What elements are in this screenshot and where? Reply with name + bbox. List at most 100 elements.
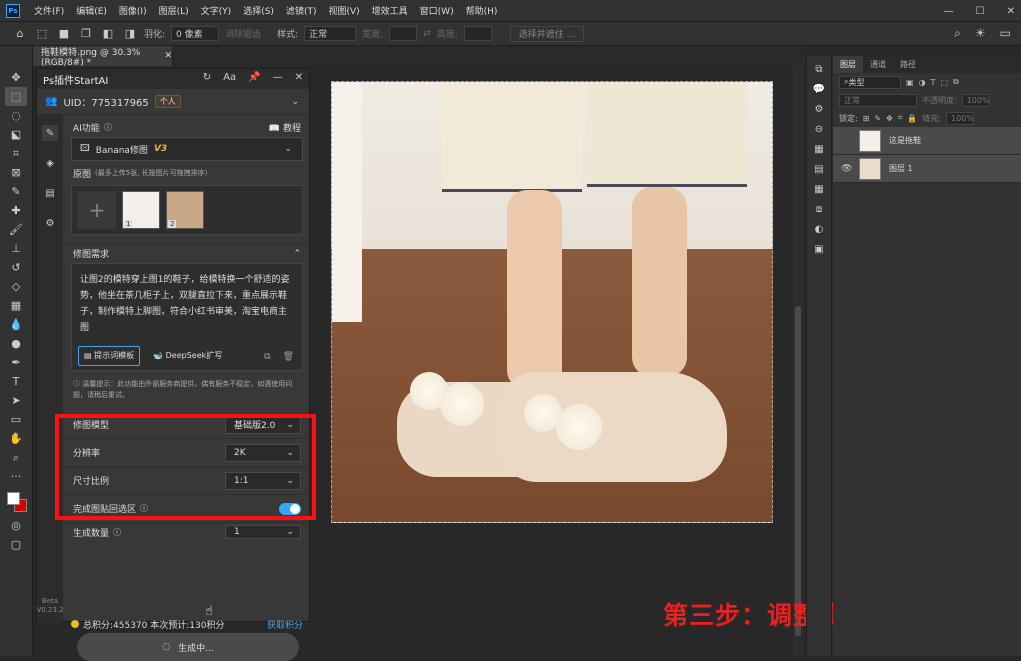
prompt-textarea[interactable]: 让图2的模特穿上图1的鞋子，给模特换一个舒适的姿势，他坐在茶几柜子上，双腿直拉下… xyxy=(71,263,303,371)
add-selection-icon[interactable]: ❐ xyxy=(78,26,94,42)
blend-mode-select[interactable]: 正常 xyxy=(839,93,917,107)
swatches-panel-icon[interactable]: ▦ xyxy=(812,182,826,196)
lock-artboard-icon[interactable]: ⌗ xyxy=(898,113,903,123)
zoom-tool-icon[interactable]: ⌕ xyxy=(5,448,27,467)
marquee-tool-icon[interactable]: ⬚ xyxy=(34,26,50,42)
foreground-color-swatch[interactable] xyxy=(7,492,20,505)
paths-panel-icon[interactable]: ▣ xyxy=(812,242,826,256)
filter-type-icon[interactable]: T xyxy=(931,78,936,87)
swap-icon[interactable]: ⇄ xyxy=(423,29,431,39)
clone-stamp-icon[interactable]: ⊥ xyxy=(5,239,27,258)
fill-input[interactable]: 100% xyxy=(946,111,974,125)
canvas-scrollbar[interactable] xyxy=(793,66,803,656)
menu-layer[interactable]: 图层(L) xyxy=(153,4,195,17)
maximize-icon[interactable]: ☐ xyxy=(976,6,985,17)
tab-paths[interactable]: 路径 xyxy=(893,56,923,73)
eraser-tool-icon[interactable]: ◇ xyxy=(5,277,27,296)
object-select-tool-icon[interactable]: ⬕ xyxy=(5,125,27,144)
brush-tool-icon[interactable]: 🖌 xyxy=(5,220,27,239)
libraries-panel-icon[interactable]: ▦ xyxy=(812,142,826,156)
image-upload-area[interactable]: + 1 2 xyxy=(71,185,303,235)
settings-gear-icon[interactable]: ⚙ xyxy=(42,215,58,231)
menu-type[interactable]: 文字(Y) xyxy=(195,4,238,17)
subtract-selection-icon[interactable]: ◧ xyxy=(100,26,116,42)
blur-tool-icon[interactable]: 💧 xyxy=(5,315,27,334)
lasso-tool-icon[interactable]: ◌ xyxy=(5,106,27,125)
close-plugin-icon[interactable]: ✕ xyxy=(295,72,303,83)
menu-window[interactable]: 窗口(W) xyxy=(414,4,460,17)
gradients-panel-icon[interactable]: ▤ xyxy=(812,162,826,176)
document-image[interactable] xyxy=(331,81,773,523)
scrollbar-thumb[interactable] xyxy=(795,306,801,636)
color-swatches[interactable] xyxy=(5,490,27,516)
trash-icon[interactable]: 🗑 xyxy=(283,349,294,365)
filter-adjust-icon[interactable]: ◑ xyxy=(919,78,926,87)
feather-input[interactable]: 0 像素 xyxy=(171,26,220,41)
close-tab-icon[interactable]: ✕ xyxy=(164,51,172,61)
layer-filter-select[interactable]: ⌕ 类型 xyxy=(839,75,901,89)
frame-tool-icon[interactable]: ⊠ xyxy=(5,163,27,182)
pin-icon[interactable]: 📌 xyxy=(248,72,260,83)
width-input[interactable] xyxy=(389,26,418,41)
layers-mode-icon[interactable]: ◈ xyxy=(42,155,58,171)
deepseek-expand-button[interactable]: 🐋 DeepSeek扩写 xyxy=(148,347,227,365)
discover-icon[interactable]: ☀ xyxy=(975,26,986,41)
minimize-icon[interactable]: — xyxy=(944,6,954,17)
dodge-tool-icon[interactable]: ● xyxy=(5,334,27,353)
history-brush-icon[interactable]: ↺ xyxy=(5,258,27,277)
menu-plugins[interactable]: 增效工具 xyxy=(366,4,414,17)
antialias-checkbox[interactable]: 消除锯齿 xyxy=(225,27,261,40)
tab-layers[interactable]: 图层 xyxy=(833,56,863,73)
comments-panel-icon[interactable]: 💬 xyxy=(812,82,826,96)
hand-tool-icon[interactable]: ✋ xyxy=(5,429,27,448)
healing-brush-icon[interactable]: ✚ xyxy=(5,201,27,220)
generate-button[interactable]: ◌ 生成中... xyxy=(77,633,299,661)
opacity-input[interactable]: 100% xyxy=(961,93,990,107)
workspace-icon[interactable]: ▭ xyxy=(1000,26,1011,41)
chevron-down-icon[interactable]: ⌄ xyxy=(291,97,299,107)
new-selection-icon[interactable]: ■ xyxy=(56,26,72,42)
menu-filter[interactable]: 滤镜(T) xyxy=(280,4,323,17)
filter-smart-icon[interactable]: ⧉ xyxy=(953,77,959,87)
layer-row[interactable]: 👁 图层 1 xyxy=(833,155,1021,183)
prompt-template-button[interactable]: ▤ 提示词模板 xyxy=(78,346,141,366)
screen-mode-icon[interactable]: ▢ xyxy=(5,535,27,554)
layer-row[interactable]: 这是拖鞋 xyxy=(833,127,1021,155)
user-info-bar[interactable]: 👥 UID：775317965 个人 ⌄ xyxy=(37,89,309,115)
adjust-icon[interactable]: ◐ xyxy=(812,222,826,236)
layers-comp-icon[interactable]: ⧈ xyxy=(812,202,826,216)
properties-panel-icon[interactable]: ⚙ xyxy=(812,102,826,116)
font-size-icon[interactable]: Aa xyxy=(223,72,236,83)
filter-shape-icon[interactable]: ⬚ xyxy=(940,78,948,87)
quick-mask-icon[interactable]: ◎ xyxy=(5,516,27,535)
crop-tool-icon[interactable]: ⌗ xyxy=(5,144,27,163)
document-mode-icon[interactable]: ▤ xyxy=(42,185,58,201)
collapse-icon[interactable]: — xyxy=(273,72,283,83)
search-icon[interactable]: ⌕ xyxy=(954,26,961,41)
style-select[interactable]: 正常 xyxy=(304,26,357,41)
adjustments-panel-icon[interactable]: ⊖ xyxy=(812,122,826,136)
lock-pixels-icon[interactable]: ⊞ xyxy=(863,114,870,123)
lock-move-icon[interactable]: ✥ xyxy=(886,114,893,123)
menu-help[interactable]: 帮助(H) xyxy=(460,4,504,17)
type-tool-icon[interactable]: T xyxy=(5,372,27,391)
uploaded-image-1[interactable]: 1 xyxy=(122,191,160,229)
close-window-icon[interactable]: ✕ xyxy=(1007,6,1015,17)
gen-count-select[interactable]: 1 ⌄ xyxy=(225,525,301,539)
menu-view[interactable]: 视图(V) xyxy=(322,4,365,17)
rectangle-tool-icon[interactable]: ▭ xyxy=(5,410,27,429)
lock-all-icon[interactable]: 🔒 xyxy=(907,114,917,123)
info-icon[interactable]: ⓘ xyxy=(113,527,121,538)
tab-channels[interactable]: 通道 xyxy=(863,56,893,73)
home-icon[interactable]: ⌂ xyxy=(12,26,28,42)
history-panel-icon[interactable]: ⧉ xyxy=(812,62,826,76)
edit-mode-icon[interactable]: ✎ xyxy=(42,125,58,141)
uploaded-image-2[interactable]: 2 xyxy=(166,191,204,229)
pen-tool-icon[interactable]: ✒ xyxy=(5,353,27,372)
filter-pixel-icon[interactable]: ▣ xyxy=(906,78,914,87)
chevron-up-icon[interactable]: ⌃ xyxy=(293,249,301,259)
add-image-button[interactable]: + xyxy=(78,191,116,229)
more-tools-icon[interactable]: ··· xyxy=(5,467,27,486)
rect-marquee-tool-icon[interactable]: ⬚ xyxy=(5,87,27,106)
info-icon[interactable]: ⓘ xyxy=(104,122,112,133)
